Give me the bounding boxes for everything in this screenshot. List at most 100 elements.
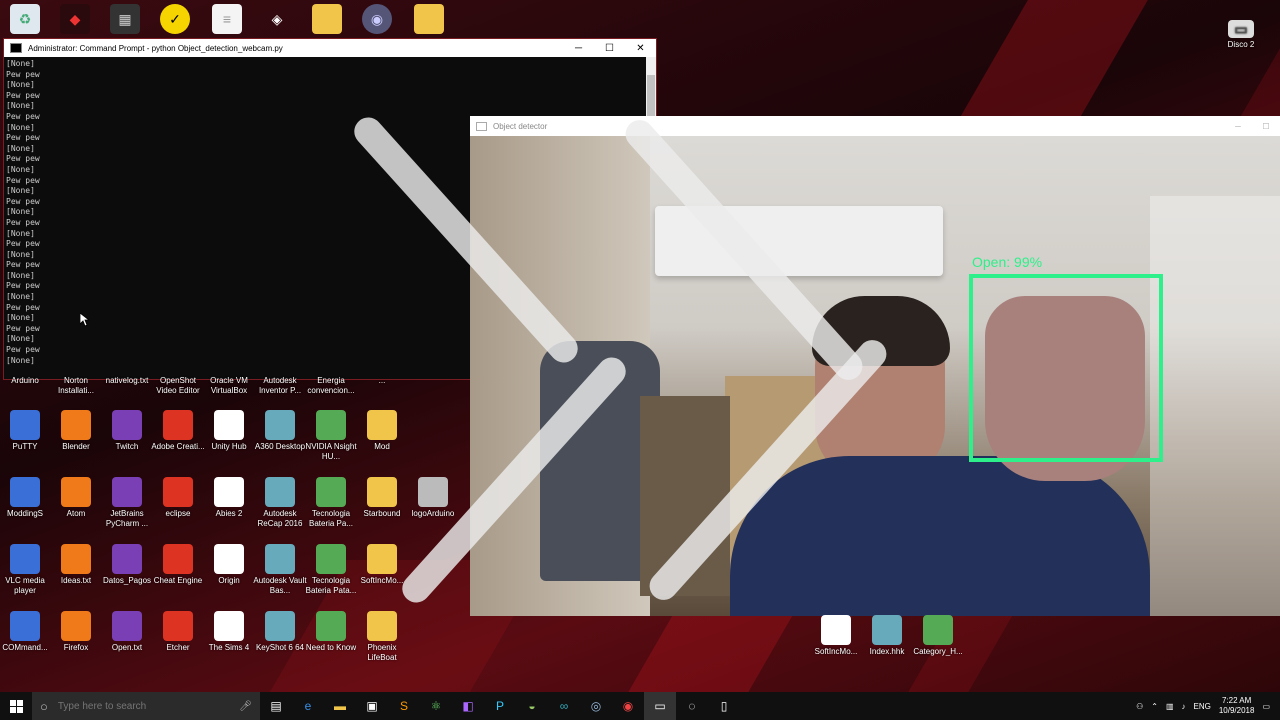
microphone-icon[interactable]: 🎤︎ bbox=[239, 701, 252, 712]
minimize-button[interactable]: ─ bbox=[1224, 122, 1252, 131]
shortcut-label: KeyShot 6 64 bbox=[255, 643, 305, 652]
desktop-shortcut[interactable]: Autodesk Vault Bas... bbox=[252, 544, 308, 596]
desktop-shortcut[interactable]: Category_H... bbox=[910, 615, 966, 657]
shortcut-label[interactable]: Autodesk Inventor P... bbox=[252, 376, 308, 396]
desktop-shortcut[interactable]: eclipse bbox=[150, 477, 206, 519]
desktop-shortcut[interactable]: Phoenix LifeBoat bbox=[354, 611, 410, 663]
desktop-shortcut[interactable]: Starbound bbox=[354, 477, 410, 519]
disk-drive-shortcut[interactable]: ▭ Disco 2 bbox=[1213, 20, 1269, 50]
start-button[interactable] bbox=[0, 692, 32, 720]
shortcut-label[interactable]: OpenShot Video Editor bbox=[150, 376, 206, 396]
desktop-shortcut[interactable]: Open.txt bbox=[99, 611, 155, 653]
desktop-shortcut[interactable]: A360 Desktop bbox=[252, 410, 308, 452]
shortcut-label[interactable]: Energia convencion... bbox=[303, 376, 359, 396]
close-button[interactable]: ✕ bbox=[625, 43, 656, 54]
document-icon[interactable]: ≡ bbox=[212, 4, 242, 34]
pycharm-icon[interactable]: P bbox=[484, 692, 516, 720]
recycle-bin-icon[interactable]: ♻ bbox=[10, 4, 40, 34]
shortcut-label: Autodesk Vault Bas... bbox=[253, 576, 307, 595]
file-icon[interactable]: ▯ bbox=[708, 692, 740, 720]
predator-icon[interactable]: ◆ bbox=[60, 4, 90, 34]
sublime-icon[interactable]: S bbox=[388, 692, 420, 720]
file-explorer-icon[interactable]: ▬ bbox=[324, 692, 356, 720]
taskbar-search[interactable]: ○ 🎤︎ bbox=[32, 692, 260, 720]
desktop-shortcut[interactable]: Index.hhk bbox=[859, 615, 915, 657]
clock[interactable]: 7:22 AM 10/9/2018 bbox=[1219, 696, 1255, 716]
detector-titlebar[interactable]: Object detector ─ ☐ bbox=[470, 116, 1280, 136]
people-icon[interactable]: ⚇ bbox=[1136, 702, 1143, 711]
android-icon[interactable]: ◒ bbox=[516, 692, 548, 720]
desktop-shortcut[interactable]: Etcher bbox=[150, 611, 206, 653]
cmd-taskbar-icon[interactable]: ▭ bbox=[644, 692, 676, 720]
desktop-shortcut[interactable]: logoArduino bbox=[405, 477, 461, 519]
window-light bbox=[1150, 196, 1280, 616]
desktop-shortcut[interactable]: Ideas.txt bbox=[48, 544, 104, 586]
desktop-shortcut[interactable]: Twitch bbox=[99, 410, 155, 452]
desktop-shortcut[interactable]: Tecnologia Bateria Pata... bbox=[303, 544, 359, 596]
desktop-shortcut[interactable]: The Sims 4 bbox=[201, 611, 257, 653]
shortcut-label: Phoenix LifeBoat bbox=[367, 643, 397, 662]
cmd-titlebar[interactable]: Administrator: Command Prompt - python O… bbox=[4, 39, 656, 57]
arduino-icon[interactable]: ∞ bbox=[548, 692, 580, 720]
store-icon[interactable]: ▣ bbox=[356, 692, 388, 720]
shortcut-icon bbox=[367, 544, 397, 574]
desktop-shortcut[interactable]: SoftIncMo... bbox=[354, 544, 410, 586]
lang-indicator[interactable]: ENG bbox=[1194, 702, 1211, 711]
maximize-button[interactable]: ☐ bbox=[594, 43, 625, 54]
chip-icon[interactable]: ▦ bbox=[110, 4, 140, 34]
maximize-button[interactable]: ☐ bbox=[1252, 122, 1280, 131]
shortcut-label[interactable]: Norton Installati... bbox=[48, 376, 104, 396]
edge-icon[interactable]: e bbox=[292, 692, 324, 720]
desktop-shortcut[interactable]: Adobe Creati... bbox=[150, 410, 206, 452]
shortcut-label[interactable]: Oracle VM VirtualBox bbox=[201, 376, 257, 396]
desktop-shortcut[interactable]: Atom bbox=[48, 477, 104, 519]
desktop-shortcut[interactable]: PuTTY bbox=[0, 410, 53, 452]
desktop-shortcut[interactable]: JetBrains PyCharm ... bbox=[99, 477, 155, 529]
desktop-shortcut[interactable]: Cheat Engine bbox=[150, 544, 206, 586]
shortcut-label[interactable]: ... bbox=[354, 376, 410, 386]
show-hidden-icon[interactable]: ⌃ bbox=[1151, 702, 1158, 711]
desktop-shortcut[interactable]: Need to Know bbox=[303, 611, 359, 653]
notification-icon[interactable]: ▭ bbox=[1262, 702, 1270, 711]
desktop-shortcut[interactable]: COMmand... bbox=[0, 611, 53, 653]
drive-icon: ▭ bbox=[1228, 20, 1254, 38]
desktop-shortcut[interactable]: SoftIncMo... bbox=[808, 615, 864, 657]
shortcut-icon bbox=[821, 615, 851, 645]
folder-icon[interactable] bbox=[312, 4, 342, 34]
desktop-shortcut[interactable]: Tecnologia Bateria Pa... bbox=[303, 477, 359, 529]
minimize-button[interactable]: ─ bbox=[563, 43, 594, 54]
logo-icon[interactable]: ◉ bbox=[362, 4, 392, 34]
desktop-shortcut[interactable]: Blender bbox=[48, 410, 104, 452]
network-icon[interactable]: ▥ bbox=[1166, 702, 1174, 711]
desktop-shortcut[interactable]: Autodesk ReCap 2016 bbox=[252, 477, 308, 529]
desktop-shortcut[interactable]: NVIDIA Nsight HU... bbox=[303, 410, 359, 462]
desktop-shortcut[interactable]: VLC media player bbox=[0, 544, 53, 596]
unity-icon[interactable]: ◈ bbox=[262, 4, 292, 34]
desktop-shortcut[interactable]: Datos_Pagos bbox=[99, 544, 155, 586]
chrome-icon[interactable]: ◉ bbox=[612, 692, 644, 720]
shortcut-label: PuTTY bbox=[12, 442, 38, 451]
desktop-shortcut[interactable]: Unity Hub bbox=[201, 410, 257, 452]
visual-studio-icon[interactable]: ◧ bbox=[452, 692, 484, 720]
desktop-shortcut[interactable]: Firefox bbox=[48, 611, 104, 653]
volume-icon[interactable]: ♪ bbox=[1182, 702, 1186, 711]
desktop-shortcut[interactable]: Origin bbox=[201, 544, 257, 586]
task-view-icon[interactable]: ▤ bbox=[260, 692, 292, 720]
shortcut-label: COMmand... bbox=[2, 643, 48, 652]
steam-icon[interactable]: ◎ bbox=[580, 692, 612, 720]
opencv-icon[interactable]: ◌ bbox=[676, 692, 708, 720]
desktop-shortcut[interactable]: Abies 2 bbox=[201, 477, 257, 519]
windows-icon bbox=[9, 699, 23, 713]
atom-icon[interactable]: ⚛ bbox=[420, 692, 452, 720]
folder-icon[interactable] bbox=[414, 4, 444, 34]
desktop-shortcut[interactable]: ModdingS bbox=[0, 477, 53, 519]
shortcut-label: SoftIncMo... bbox=[360, 576, 404, 585]
desktop-shortcut[interactable]: KeyShot 6 64 bbox=[252, 611, 308, 653]
shortcut-label: Etcher bbox=[166, 643, 190, 652]
search-input[interactable] bbox=[55, 699, 230, 713]
shortcut-label[interactable]: Arduino bbox=[0, 376, 53, 386]
shortcut-label[interactable]: nativelog.txt bbox=[99, 376, 155, 386]
desktop-shortcut[interactable]: Mod bbox=[354, 410, 410, 452]
system-tray: ⚇ ⌃ ▥ ♪ ENG 7:22 AM 10/9/2018 ▭ bbox=[1136, 696, 1280, 716]
norton-icon[interactable]: ✓ bbox=[160, 4, 190, 34]
